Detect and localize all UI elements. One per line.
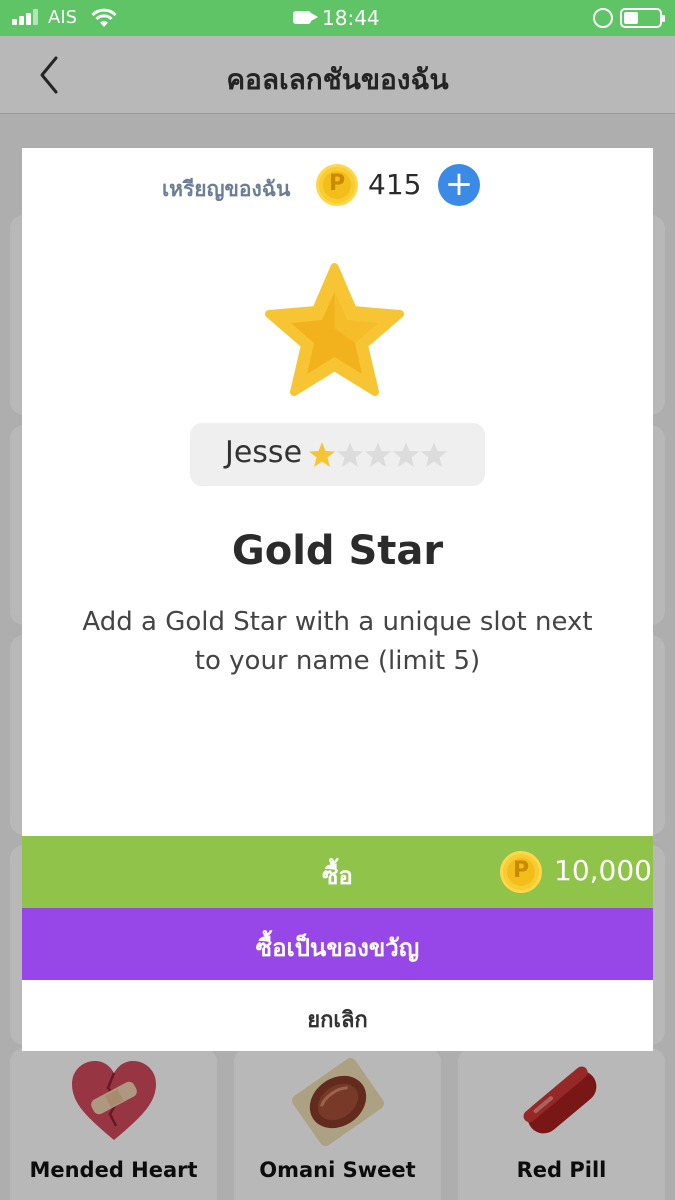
filled-star-icon bbox=[309, 442, 335, 467]
battery-icon bbox=[620, 8, 665, 28]
item-description: Add a Gold Star with a unique slot next … bbox=[82, 607, 593, 676]
orientation-lock-icon bbox=[593, 8, 613, 28]
preview-star-rating bbox=[309, 442, 447, 467]
add-coins-button[interactable]: + bbox=[438, 164, 480, 206]
coin-balance-label: เหรียญของฉัน bbox=[162, 177, 291, 201]
gift-button-label: ซื้อเป็นของขวัญ bbox=[255, 934, 420, 962]
empty-star-icon bbox=[393, 442, 419, 467]
coin-icon bbox=[316, 164, 358, 206]
empty-star-icon bbox=[365, 442, 391, 467]
wifi-icon bbox=[91, 8, 117, 27]
item-price: 10,000 bbox=[554, 854, 652, 887]
coin-balance-value: 415 bbox=[368, 168, 422, 201]
name-preview: Jesse bbox=[190, 423, 485, 486]
coin-icon bbox=[500, 851, 542, 893]
screen-recording-icon bbox=[293, 11, 318, 24]
status-time: 18:44 bbox=[322, 6, 380, 30]
coin-balance-row: เหรียญของฉัน 415 + bbox=[22, 164, 653, 208]
buy-as-gift-button[interactable]: ซื้อเป็นของขวัญ bbox=[22, 908, 653, 980]
preview-username: Jesse bbox=[225, 435, 303, 470]
purchase-dialog: เหรียญของฉัน 415 + Jesse Gold Star Add a… bbox=[22, 148, 653, 1051]
status-bar: AIS 18:44 bbox=[0, 0, 675, 36]
cancel-button-label: ยกเลิก bbox=[307, 1008, 368, 1033]
gold-star-icon bbox=[265, 263, 404, 396]
item-title: Gold Star bbox=[231, 528, 444, 574]
cellular-signal-icon bbox=[12, 9, 40, 25]
carrier-name: AIS bbox=[48, 7, 78, 28]
buy-button[interactable]: ซื้อ 10,000 bbox=[22, 836, 653, 908]
empty-star-icon bbox=[337, 442, 363, 467]
cancel-button[interactable]: ยกเลิก bbox=[22, 980, 653, 1051]
empty-star-icon bbox=[421, 442, 447, 467]
